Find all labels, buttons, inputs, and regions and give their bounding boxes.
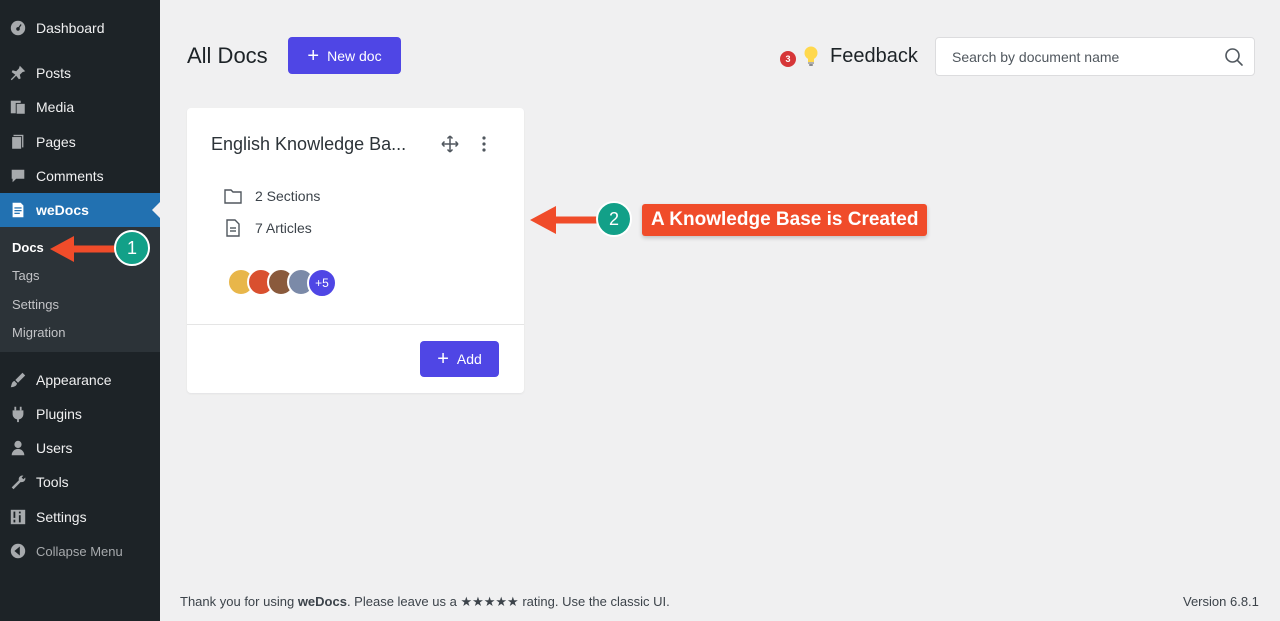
sections-count: 2 Sections	[223, 186, 320, 206]
doc-card[interactable]: English Knowledge Ba... 2 Sections 7 Art…	[187, 108, 524, 393]
page-title: All Docs	[187, 43, 268, 68]
submenu-docs[interactable]: Docs	[12, 240, 44, 255]
add-button[interactable]: + Add	[420, 341, 499, 377]
footer-brand-link[interactable]: weDocs	[298, 594, 347, 609]
brush-icon	[0, 371, 36, 389]
sidebar-item-label: Comments	[36, 168, 104, 184]
annotation-arrow-2	[530, 206, 600, 234]
add-label: Add	[456, 351, 482, 367]
annotation-marker-1: 1	[114, 230, 150, 266]
sidebar-item-label: Appearance	[36, 372, 112, 388]
user-icon	[0, 439, 36, 457]
sidebar-item-label: Plugins	[36, 406, 82, 422]
sidebar-item-label: Settings	[36, 509, 87, 525]
search-input[interactable]	[936, 38, 1214, 75]
search-box	[935, 37, 1255, 76]
sidebar-item-comments[interactable]: Comments	[0, 159, 160, 193]
media-icon	[0, 98, 36, 116]
annotation-callout: A Knowledge Base is Created	[642, 204, 928, 236]
footer-thanks-mid: . Please leave us a	[346, 594, 457, 609]
articles-count: 7 Articles	[223, 218, 312, 238]
articles-label: 7 Articles	[255, 220, 312, 236]
pages-icon	[0, 133, 36, 151]
sidebar-item-settings[interactable]: Settings	[0, 500, 160, 534]
card-divider	[187, 324, 524, 325]
more-contributors-badge: +5	[307, 268, 337, 298]
sidebar-item-dashboard[interactable]: Dashboard	[0, 11, 160, 45]
more-options-icon[interactable]	[481, 135, 487, 158]
plugin-icon	[0, 405, 36, 423]
search-icon[interactable]	[1214, 47, 1254, 67]
move-icon[interactable]	[441, 135, 459, 158]
sidebar-item-label: weDocs	[36, 202, 89, 218]
document-icon	[0, 201, 36, 219]
new-doc-button[interactable]: + New doc	[288, 37, 401, 74]
collapse-label: Collapse Menu	[36, 543, 123, 559]
feedback-label: Feedback	[830, 44, 918, 67]
submenu-tags[interactable]: Tags	[12, 268, 39, 283]
sidebar-item-posts[interactable]: Posts	[0, 56, 160, 90]
sidebar-item-media[interactable]: Media	[0, 90, 160, 124]
contributors[interactable]: +5	[227, 268, 337, 298]
footer-thanks-suffix: rating. Use the classic UI.	[522, 594, 670, 609]
plus-icon: +	[307, 44, 320, 67]
submenu-migration[interactable]: Migration	[12, 325, 65, 340]
sidebar-item-appearance[interactable]: Appearance	[0, 363, 160, 397]
collapse-menu-button[interactable]: Collapse Menu	[0, 534, 160, 568]
sidebar-item-label: Tools	[36, 474, 69, 490]
sidebar-item-label: Dashboard	[36, 20, 105, 36]
footer-rating-stars[interactable]: ★★★★★	[460, 594, 518, 609]
comment-icon	[0, 167, 36, 185]
doc-title[interactable]: English Knowledge Ba...	[211, 134, 411, 155]
sidebar-item-tools[interactable]: Tools	[0, 465, 160, 499]
footer-thanks-prefix: Thank you for using	[180, 594, 295, 609]
annotation-marker-2: 2	[596, 201, 632, 237]
sidebar-item-label: Posts	[36, 65, 72, 81]
lightbulb-icon	[804, 46, 818, 66]
sidebar-item-label: Users	[36, 440, 73, 456]
feedback-badge: 3	[780, 51, 796, 67]
feedback-button[interactable]: 3 Feedback	[780, 44, 918, 68]
collapse-icon	[0, 542, 36, 560]
sidebar-item-wedocs[interactable]: weDocs	[0, 193, 160, 227]
sections-label: 2 Sections	[255, 188, 321, 204]
annotation-arrow-1	[50, 236, 116, 262]
submenu-settings[interactable]: Settings	[12, 297, 59, 312]
sidebar-item-users[interactable]: Users	[0, 431, 160, 465]
article-icon	[226, 219, 240, 237]
dashboard-icon	[0, 19, 36, 37]
sidebar-item-plugins[interactable]: Plugins	[0, 397, 160, 431]
pin-icon	[0, 64, 36, 82]
sidebar-item-label: Media	[36, 99, 75, 115]
plus-icon: +	[437, 348, 449, 370]
folder-icon	[224, 189, 242, 204]
admin-sidebar: Dashboard Posts Media Pages Comments weD…	[0, 0, 160, 621]
footer-thanks: Thank you for using weDocs. Please leave…	[180, 594, 670, 610]
wrench-icon	[0, 473, 36, 491]
settings-icon	[0, 508, 36, 526]
footer-version: Version 6.8.1	[1183, 594, 1259, 609]
sidebar-item-label: Pages	[36, 134, 76, 150]
new-doc-label: New doc	[327, 47, 382, 64]
sidebar-item-pages[interactable]: Pages	[0, 125, 160, 159]
